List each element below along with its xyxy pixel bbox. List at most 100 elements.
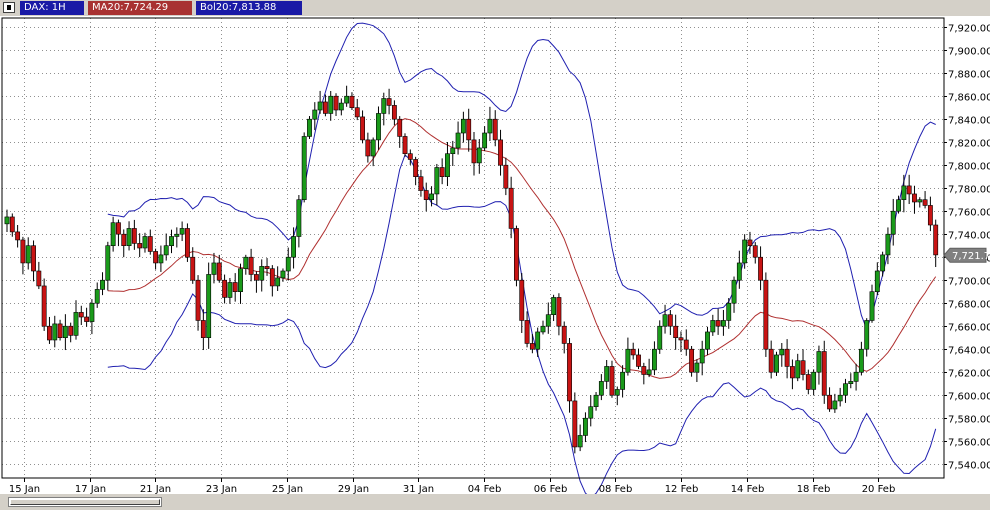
candle-body [779, 348, 785, 356]
candle-body [264, 266, 270, 269]
candle-body [524, 320, 530, 344]
candle-body [874, 270, 880, 293]
candle-body [354, 107, 360, 118]
candle-body [142, 236, 148, 249]
candle-body [110, 222, 116, 246]
candle-body [689, 348, 695, 373]
x-tick-label: 25 Jan [272, 484, 303, 494]
candle-body [848, 381, 854, 384]
candle-body [179, 228, 185, 235]
candle-body [598, 381, 604, 396]
candle-body [864, 320, 870, 350]
y-tick-label: 7,880.00 [948, 70, 990, 81]
candle-body [694, 362, 700, 373]
candle-body [747, 239, 753, 246]
x-tick-label: 04 Feb [468, 484, 502, 494]
bollinger-label: Bol20:7,813.88 [196, 1, 302, 15]
candle-body [646, 369, 652, 375]
candle-body [439, 167, 445, 177]
candle-body [174, 233, 180, 237]
window-menu-icon[interactable] [3, 2, 15, 13]
candle-body [869, 291, 875, 321]
candle-body [317, 101, 323, 111]
candle-body [800, 360, 806, 375]
ma20-line [107, 118, 937, 379]
price-chart[interactable]: 7,540.00 7,560.00 7,580.00 7,600.00 7,620.00… [0, 16, 990, 499]
candle-body [41, 285, 47, 327]
candle-body [885, 233, 891, 256]
candle-body [720, 320, 726, 327]
candle-body [811, 371, 817, 390]
candle-body [227, 282, 233, 298]
y-tick-label: 7,800.00 [948, 162, 990, 173]
candle-body [726, 302, 732, 321]
candle-body [673, 325, 679, 339]
bollinger-bands [107, 22, 937, 499]
candle-body [365, 139, 371, 157]
candle-body [593, 394, 599, 408]
candle-body [556, 297, 562, 327]
candle-body [657, 325, 663, 350]
x-tick-label: 18 Feb [797, 484, 831, 494]
x-tick-label: 14 Feb [731, 484, 765, 494]
candle-body [933, 224, 939, 256]
x-tick-label: 21 Jan [140, 484, 171, 494]
candle-body [471, 139, 477, 164]
candle-body [896, 199, 901, 212]
candle-body [169, 236, 174, 246]
candle-body [455, 132, 461, 149]
candle-body [577, 435, 583, 448]
candle-body [620, 371, 626, 390]
candle-body [736, 262, 742, 281]
chart-header: DAX: 1H MA20:7,724.29 Bol20:7,813.88 [0, 0, 990, 16]
candle-body [853, 371, 859, 382]
candle-body [662, 314, 668, 327]
candle-body [52, 323, 58, 341]
y-tick-label: 7,700.00 [948, 277, 990, 288]
chart-area[interactable]: 7,540.00 7,560.00 7,580.00 7,600.00 7,620.00… [0, 16, 990, 499]
scrollbar-thumb[interactable] [10, 499, 160, 505]
candle-body [312, 109, 318, 120]
candle-body [322, 101, 328, 114]
candle-body [917, 199, 923, 203]
candle-body [333, 95, 339, 111]
candle-body [540, 325, 546, 333]
candle-body [641, 366, 647, 375]
candle-body [614, 389, 620, 396]
candle-body [742, 239, 748, 264]
candle-body [57, 323, 63, 338]
horizontal-scrollbar[interactable] [8, 497, 162, 507]
y-tick-label: 7,860.00 [948, 93, 990, 104]
candle-body [789, 366, 795, 379]
symbol-label: DAX: 1H [20, 1, 84, 15]
candle-body [105, 245, 111, 281]
candle-body [84, 316, 90, 322]
candle-body [25, 245, 31, 264]
candle-body [768, 348, 774, 373]
candle-body [752, 245, 758, 258]
y-tick-label: 7,740.00 [948, 231, 990, 242]
candle-body [805, 374, 811, 390]
candle-body [625, 348, 631, 373]
candle-body [200, 320, 206, 339]
candle-body [386, 98, 392, 106]
candle-body [238, 268, 243, 292]
candle-body [519, 279, 525, 321]
candle-body [31, 245, 36, 272]
x-tick-label: 29 Jan [338, 484, 369, 494]
candle-body [275, 277, 281, 287]
candle-body [121, 233, 127, 246]
y-tick-label: 7,920.00 [948, 24, 990, 35]
candle-body [487, 118, 493, 134]
candle-body [195, 279, 201, 321]
candle-body [269, 268, 275, 287]
moving-average [107, 118, 937, 379]
candle-body [890, 210, 896, 235]
candle-body [922, 199, 928, 206]
candle-body [561, 325, 567, 344]
candle-body [784, 348, 790, 367]
candle-body [535, 331, 541, 350]
x-tick-label: 12 Feb [665, 484, 699, 494]
candle-body [206, 274, 212, 339]
x-tick-label: 06 Feb [534, 484, 568, 494]
